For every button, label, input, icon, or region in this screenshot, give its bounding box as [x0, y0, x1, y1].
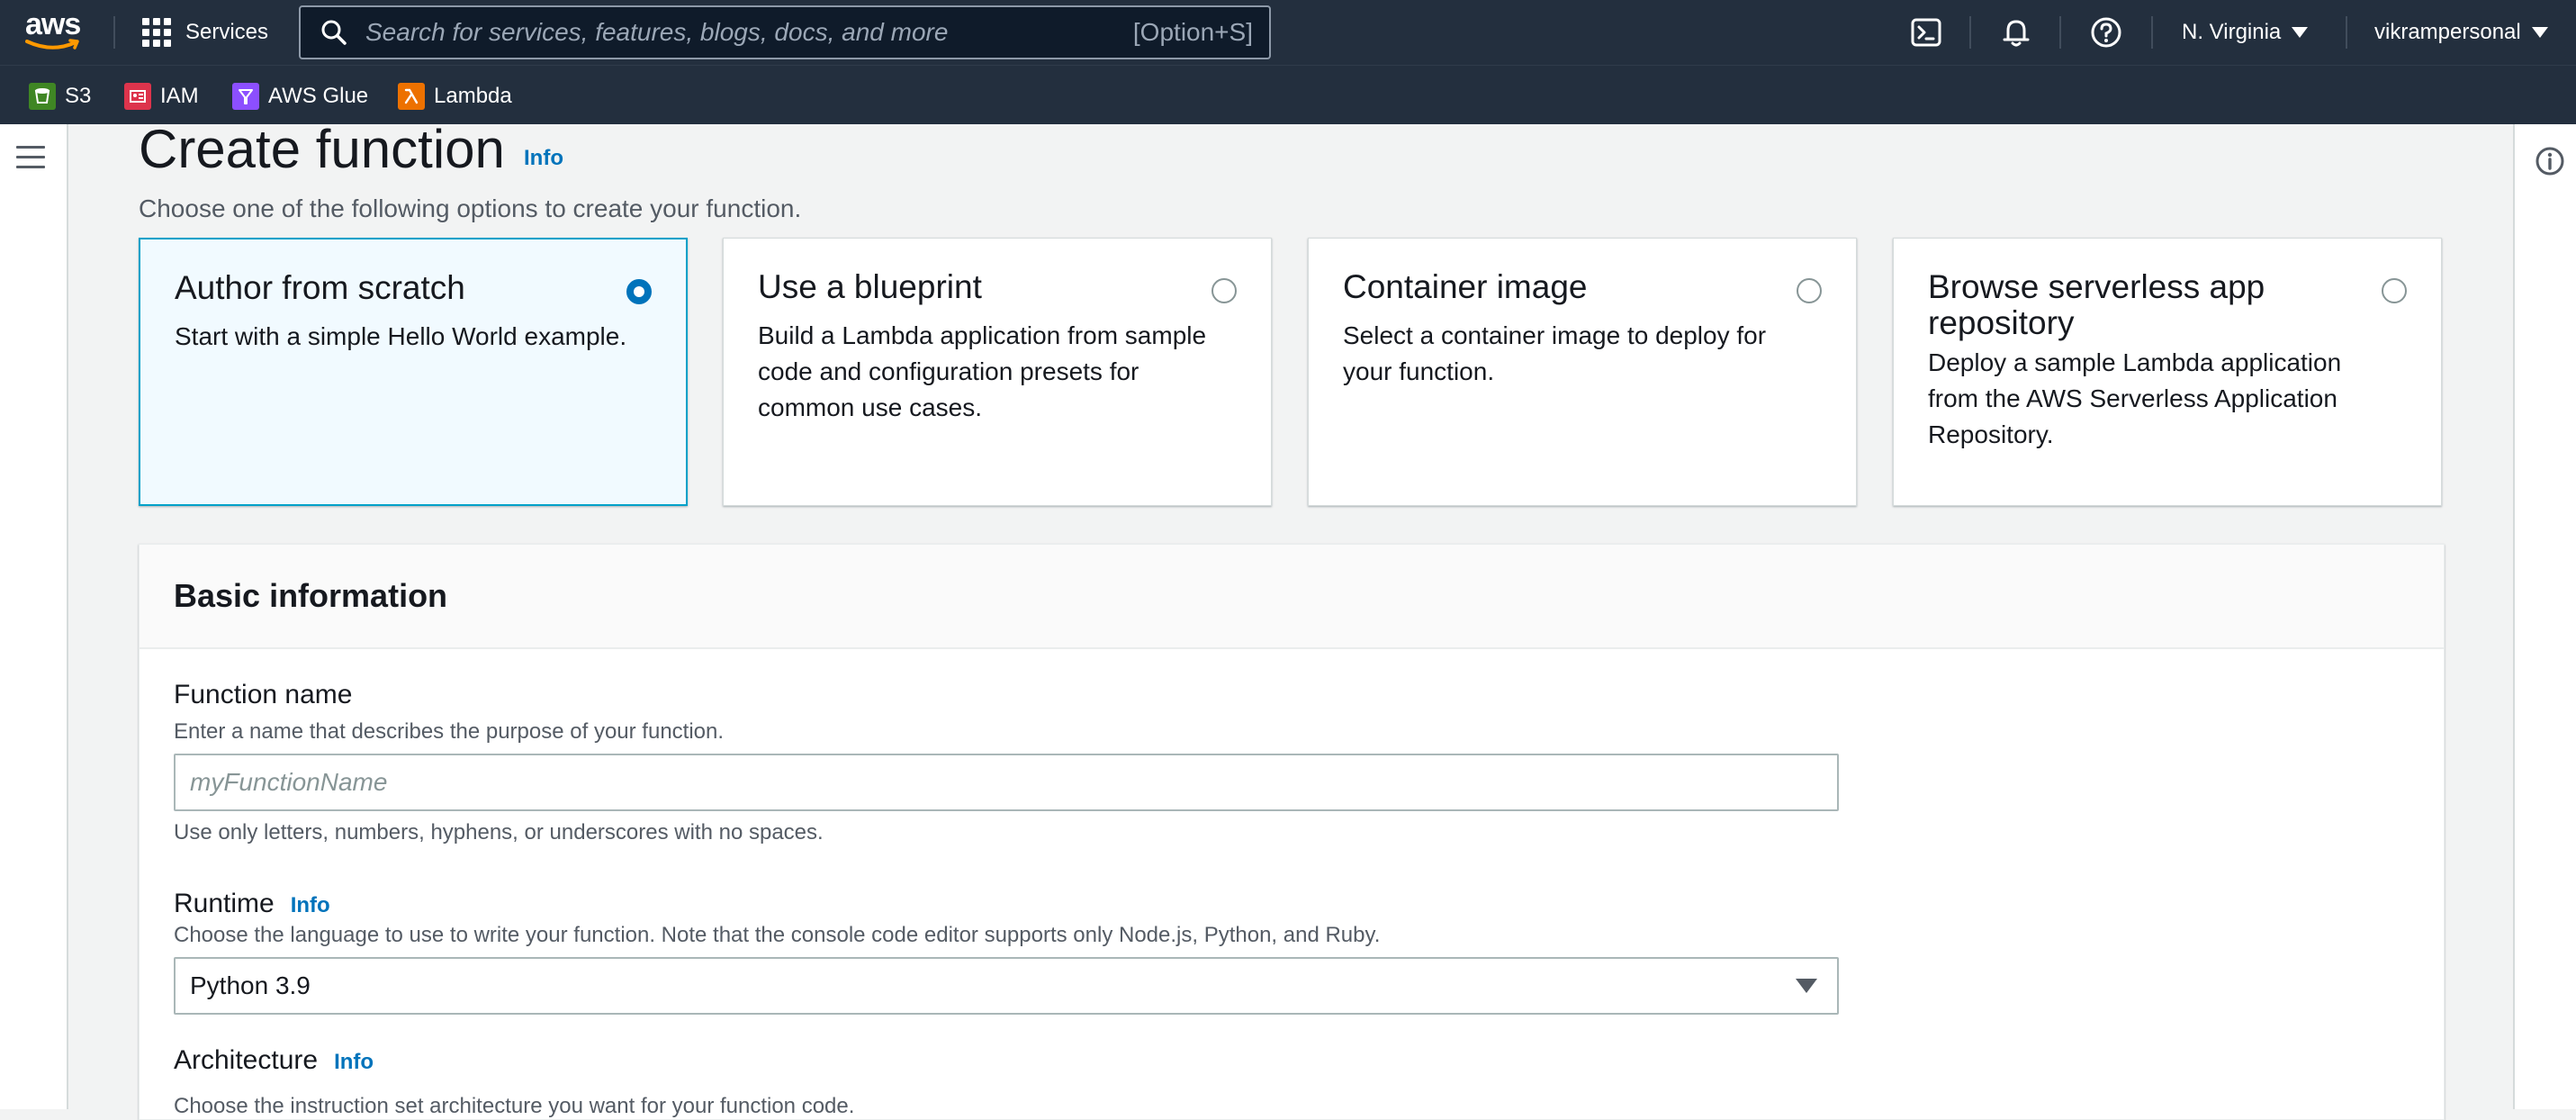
caret-down-icon — [1796, 979, 1817, 993]
search-input[interactable] — [365, 18, 1133, 47]
runtime-description: Choose the language to use to write your… — [174, 923, 1381, 947]
hamburger-menu-icon[interactable] — [16, 146, 45, 171]
favorite-label: AWS Glue — [268, 84, 369, 108]
caret-down-icon — [2531, 27, 2548, 38]
aws-logo-text: aws — [25, 7, 81, 41]
grid-menu-icon — [142, 18, 171, 47]
page-description: Choose one of the following options to c… — [139, 194, 802, 222]
option-description: Start with a simple Hello World example. — [175, 322, 627, 350]
option-description: Select a container image to deploy for y… — [1343, 321, 1767, 385]
region-label: N. Virginia — [2182, 20, 2282, 44]
nav-divider — [1969, 16, 1971, 49]
function-name-constraint: Use only letters, numbers, hyphens, or u… — [174, 820, 824, 845]
search-bar[interactable]: [Option+S] — [299, 5, 1271, 59]
favorite-iam[interactable]: IAM — [124, 82, 199, 111]
option-description: Build a Lambda application from sample c… — [758, 321, 1207, 421]
page-title-info-link[interactable]: Info — [524, 146, 563, 171]
favorite-aws-glue[interactable]: AWS Glue — [232, 82, 368, 111]
iam-id-card-icon — [124, 83, 151, 110]
left-navigation-rail — [0, 124, 68, 1109]
info-circle-icon[interactable] — [2535, 146, 2565, 176]
region-selector[interactable]: N. Virginia — [2182, 16, 2309, 49]
option-title: Browse serverless app repository — [1928, 268, 2265, 341]
option-title: Container image — [1343, 268, 1588, 305]
option-title: Use a blueprint — [758, 268, 982, 305]
architecture-info-link[interactable]: Info — [334, 1050, 374, 1074]
lambda-icon — [398, 83, 425, 110]
runtime-select[interactable]: Python 3.9 — [174, 957, 1839, 1015]
option-description: Deploy a sample Lambda application from … — [1928, 348, 2342, 448]
bell-icon[interactable] — [2000, 16, 2032, 49]
panel-header: Basic information — [140, 545, 2444, 649]
s3-bucket-icon — [29, 83, 56, 110]
top-navigation: aws Services [Option+S] — [0, 0, 2576, 65]
architecture-label-row: Architecture Info — [174, 1045, 374, 1076]
favorite-label: Lambda — [434, 84, 512, 108]
favorite-label: S3 — [65, 84, 92, 108]
favorite-s3[interactable]: S3 — [29, 82, 91, 111]
option-radio-selected[interactable] — [626, 279, 652, 304]
architecture-label: Architecture — [174, 1045, 319, 1075]
option-author-from-scratch[interactable]: Author from scratch Start with a simple … — [139, 238, 688, 506]
nav-divider — [2059, 16, 2061, 49]
help-panel-rail — [2513, 124, 2576, 1109]
option-radio[interactable] — [2382, 278, 2407, 303]
runtime-selected-value: Python 3.9 — [190, 971, 311, 999]
cloudshell-icon[interactable] — [1910, 16, 1942, 49]
account-menu[interactable]: vikrampersonal — [2374, 16, 2548, 49]
nav-divider — [113, 16, 115, 49]
favorite-lambda[interactable]: Lambda — [398, 82, 512, 111]
panel-heading: Basic information — [174, 577, 448, 614]
architecture-description: Choose the instruction set architecture … — [174, 1094, 855, 1118]
page-title: Create function — [139, 119, 505, 179]
option-radio[interactable] — [1211, 278, 1237, 303]
account-name: vikrampersonal — [2374, 20, 2521, 44]
help-icon[interactable] — [2090, 16, 2122, 49]
function-name-label: Function name — [174, 680, 353, 709]
option-title: Author from scratch — [175, 269, 465, 306]
runtime-info-link[interactable]: Info — [291, 893, 330, 917]
favorite-label: IAM — [160, 84, 199, 108]
caret-down-icon — [2292, 27, 2309, 38]
search-icon — [321, 20, 347, 45]
nav-divider — [2346, 16, 2347, 49]
services-menu-button[interactable]: Services — [142, 14, 268, 50]
option-browse-serverless-app-repository[interactable]: Browse serverless app repository Deploy … — [1893, 238, 2442, 506]
services-label: Services — [185, 20, 269, 44]
search-shortcut-hint: [Option+S] — [1132, 18, 1253, 46]
glue-funnel-icon — [232, 83, 259, 110]
function-name-input[interactable] — [174, 754, 1839, 811]
function-name-description: Enter a name that describes the purpose … — [174, 719, 725, 744]
runtime-label: Runtime — [174, 889, 275, 918]
runtime-label-row: Runtime Info — [174, 889, 330, 919]
option-container-image[interactable]: Container image Select a container image… — [1308, 238, 1857, 506]
option-use-a-blueprint[interactable]: Use a blueprint Build a Lambda applicati… — [723, 238, 1272, 506]
basic-information-panel: Basic information Function name Enter a … — [139, 544, 2445, 1120]
nav-divider — [2151, 16, 2153, 49]
option-radio[interactable] — [1797, 278, 1822, 303]
aws-logo[interactable]: aws — [25, 7, 85, 52]
